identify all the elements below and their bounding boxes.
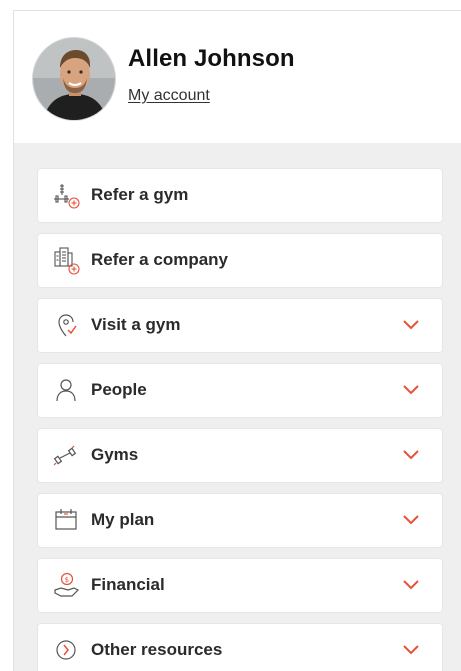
chevron-down-icon[interactable] [402,319,420,331]
menu-item-label: Gyms [91,445,139,464]
person-icon [52,376,82,406]
chevron-down-icon[interactable] [402,449,420,461]
navigation-menu: Refer a gym Refer a company Visit a gym … [38,169,442,671]
menu-item-label: Refer a company [91,250,228,269]
user-name: Allen Johnson [128,45,295,72]
location-pin-icon [52,311,82,341]
menu-item-refer-company[interactable]: Refer a company [38,234,442,287]
menu-item-people[interactable]: People [38,364,442,417]
money-hand-icon: $ [52,571,82,601]
chevron-down-icon[interactable] [402,514,420,526]
menu-item-label: Visit a gym [91,315,181,334]
menu-item-financial[interactable]: $ Financial [38,559,442,612]
chevron-down-icon[interactable] [402,384,420,396]
chevron-down-icon[interactable] [402,644,420,656]
calendar-icon [52,506,82,536]
menu-item-refer-gym[interactable]: Refer a gym [38,169,442,222]
menu-item-other-resources[interactable]: Other resources [38,624,442,671]
menu-item-label: Other resources [91,640,223,659]
user-avatar[interactable] [32,37,116,121]
menu-item-my-plan[interactable]: My plan [38,494,442,547]
refer-gym-icon [52,181,82,211]
chevron-down-icon[interactable] [402,579,420,591]
dumbbell-icon [52,441,82,471]
my-account-link[interactable]: My account [128,87,210,105]
menu-item-label: Refer a gym [91,185,189,204]
side-menu-panel: Allen Johnson My account Refer a gym Ref… [13,10,461,671]
resources-icon [52,636,82,666]
svg-text:$: $ [65,576,69,584]
menu-item-label: Financial [91,575,165,594]
refer-company-icon [52,246,82,276]
menu-item-label: My plan [91,510,155,529]
menu-item-visit-gym[interactable]: Visit a gym [38,299,442,352]
menu-item-gyms[interactable]: Gyms [38,429,442,482]
profile-header: Allen Johnson My account [14,11,461,143]
menu-item-label: People [91,380,147,399]
